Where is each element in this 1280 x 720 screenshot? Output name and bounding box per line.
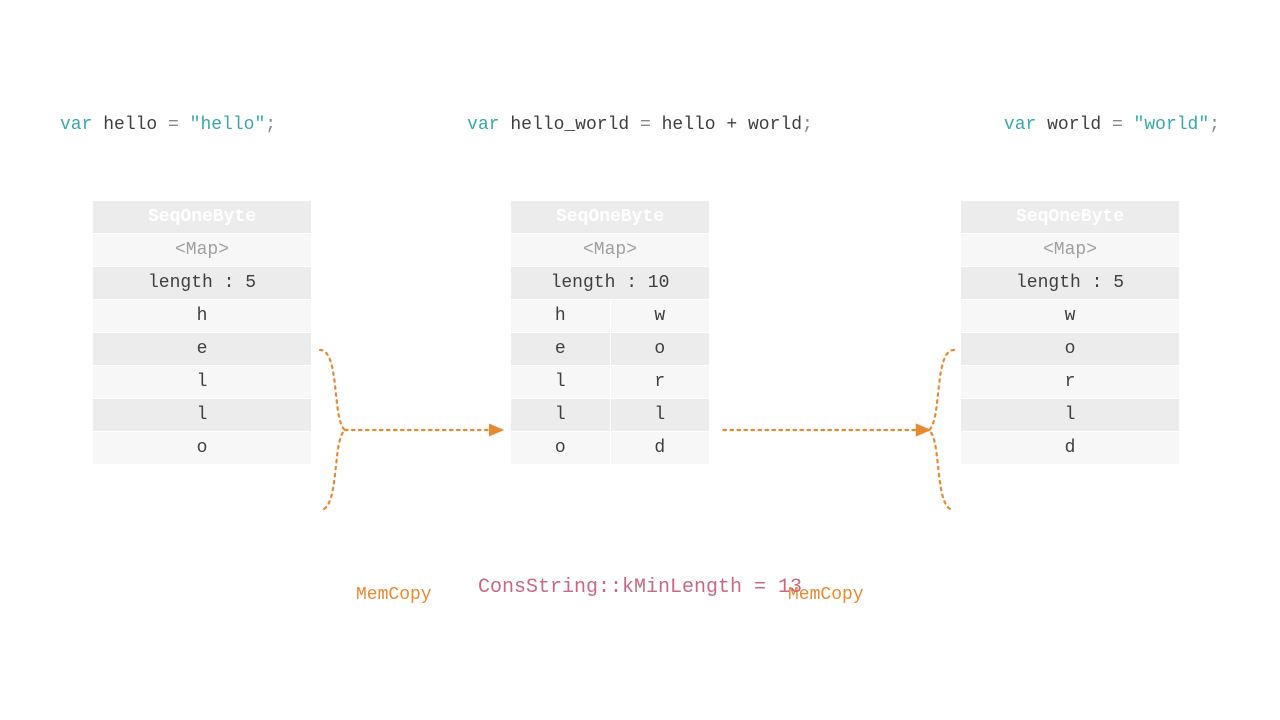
table-cell: o xyxy=(961,333,1180,366)
table-cell: e xyxy=(511,333,611,366)
table-cell: o xyxy=(610,333,710,366)
table-cell: l xyxy=(610,399,710,432)
identifier: world xyxy=(1047,115,1101,135)
table-world: SeqOneByte <Map> length : 5 w o r l d xyxy=(960,200,1180,465)
keyword-var: var xyxy=(1004,115,1036,135)
op-eq: = xyxy=(629,115,661,135)
brace-arrow-right-icon xyxy=(714,340,964,540)
table-cell: r xyxy=(961,366,1180,399)
table-hello: SeqOneByte <Map> length : 5 h e l l o xyxy=(92,200,312,465)
op-eq: = xyxy=(1101,115,1133,135)
table-map: <Map> xyxy=(93,234,312,267)
brace-arrow-left-icon xyxy=(312,340,512,540)
expression: hello + world xyxy=(662,115,802,135)
table-cell: l xyxy=(511,366,611,399)
table-cell: o xyxy=(93,432,312,465)
table-cell: h xyxy=(93,300,312,333)
table-map: <Map> xyxy=(961,234,1180,267)
table-cell: w xyxy=(961,300,1180,333)
table-length: length : 5 xyxy=(93,267,312,300)
tables-area: SeqOneByte <Map> length : 5 h e l l o Se… xyxy=(0,200,1280,540)
footer-note: ConsString::kMinLength = 13 xyxy=(0,576,1280,599)
table-cell: r xyxy=(610,366,710,399)
code-row: var hello = "hello"; var hello_world = h… xyxy=(60,115,1220,135)
op-semi: ; xyxy=(1209,115,1220,135)
table-cell: h xyxy=(511,300,611,333)
table-header: SeqOneByte xyxy=(93,201,312,234)
op-eq: = xyxy=(157,115,189,135)
identifier: hello xyxy=(103,115,157,135)
table-cell: l xyxy=(961,399,1180,432)
table-cell: w xyxy=(610,300,710,333)
string-literal: "world" xyxy=(1134,115,1210,135)
table-cell: d xyxy=(610,432,710,465)
string-literal: "hello" xyxy=(190,115,266,135)
table-length: length : 5 xyxy=(961,267,1180,300)
table-cell: e xyxy=(93,333,312,366)
op-semi: ; xyxy=(265,115,276,135)
table-cell: d xyxy=(961,432,1180,465)
keyword-var: var xyxy=(60,115,92,135)
table-cell: l xyxy=(511,399,611,432)
table-cell: l xyxy=(93,399,312,432)
code-right: var world = "world"; xyxy=(1004,115,1220,135)
table-header: SeqOneByte xyxy=(961,201,1180,234)
table-cell: l xyxy=(93,366,312,399)
identifier: hello_world xyxy=(510,115,629,135)
table-length: length : 10 xyxy=(511,267,710,300)
op-semi: ; xyxy=(802,115,813,135)
table-cell: o xyxy=(511,432,611,465)
code-mid: var hello_world = hello + world; xyxy=(467,115,813,135)
code-left: var hello = "hello"; xyxy=(60,115,276,135)
keyword-var: var xyxy=(467,115,499,135)
table-map: <Map> xyxy=(511,234,710,267)
table-header: SeqOneByte xyxy=(511,201,710,234)
table-hello-world: SeqOneByte <Map> length : 10 hw eo lr ll… xyxy=(510,200,710,465)
